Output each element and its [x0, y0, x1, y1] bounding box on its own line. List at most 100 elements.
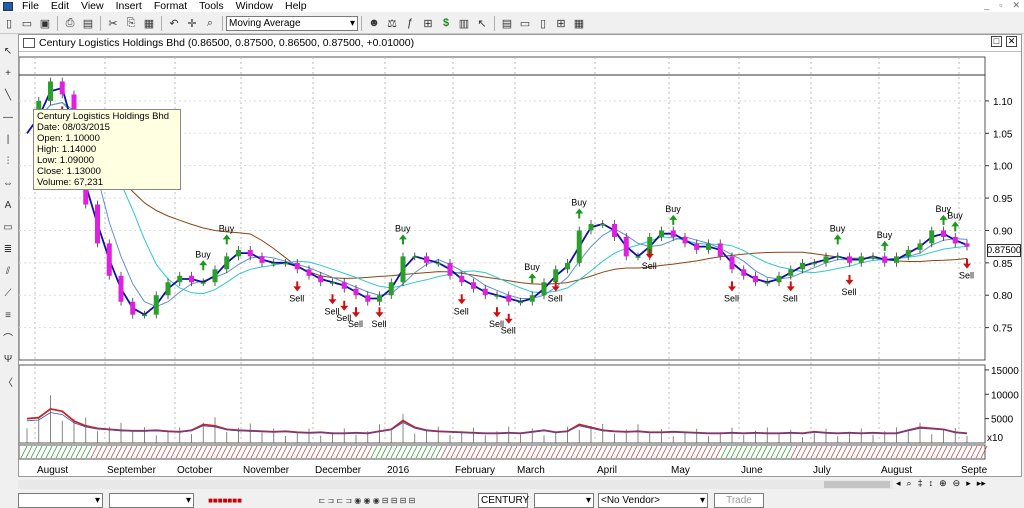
fibonacci-icon[interactable]: ≣ — [0, 241, 16, 257]
broker-combo[interactable]: ▾ — [534, 492, 594, 508]
buy-arrow — [833, 234, 842, 245]
candle-body — [941, 230, 946, 237]
copy-icon[interactable]: ⎘ — [123, 15, 139, 31]
sell-signal-label: Sell — [724, 293, 739, 303]
scroll-left-icon[interactable]: ◂ — [896, 478, 901, 489]
zoom-out-icon[interactable]: ⊖ — [953, 478, 961, 489]
symbol-combo[interactable]: ▾ — [18, 492, 103, 508]
candle-body — [729, 256, 735, 270]
color-palette-icon[interactable]: ■■■■■■■ — [195, 492, 255, 508]
x-tick-label: November — [243, 465, 290, 476]
dollar-icon[interactable]: $ — [438, 15, 454, 31]
vendor-combo[interactable]: <No Vendor> ▾ — [598, 492, 708, 508]
regression-icon[interactable]: ≡ — [0, 307, 16, 323]
menu-file[interactable]: File — [16, 0, 45, 12]
style-icons[interactable]: ⊏ ⊐ ⊏ ⊐ ◉ ◉ ◉ ⊟ ⊟ ⊟ ⊟ — [257, 492, 477, 508]
scale-icon[interactable]: ⚖ — [384, 15, 400, 31]
play-icon[interactable]: ▸ — [966, 478, 971, 489]
menu-tools[interactable]: Tools — [193, 0, 230, 12]
trendline-icon[interactable]: ╲ — [0, 87, 16, 103]
layout-cascade-icon[interactable]: ▤ — [499, 15, 515, 31]
zoom-fit-icon[interactable]: ⌕ — [907, 478, 912, 489]
crosshair-icon[interactable]: ✛ — [184, 15, 200, 31]
channel-icon[interactable]: ⫽ — [0, 263, 16, 279]
price-tick-label: 1.00 — [993, 162, 1013, 173]
layout-grid-icon[interactable]: ⊞ — [553, 15, 569, 31]
buy-arrow — [880, 240, 889, 251]
new-file-icon[interactable]: ▯ — [1, 15, 17, 31]
main-toolbar: ▯ ▭ ▣ ⎙ ▤ ✂ ⎘ ▦ ↶ ✛ ⌕ Moving Average ▾ ☻… — [0, 13, 1024, 34]
chart-canvas[interactable]: August September October November December 20… — [19, 35, 1021, 476]
chart-window: Century Logistics Holdings Bhd (0.86500,… — [18, 34, 1022, 477]
pointer-help-icon[interactable]: ↖ — [474, 15, 490, 31]
scroll-end-icon[interactable]: ▸▸ — [977, 478, 986, 489]
buy-arrow — [399, 234, 407, 245]
rectangle-tool-icon[interactable]: ▭ — [0, 219, 16, 235]
layout-tile-icon[interactable]: ▦ — [571, 15, 587, 31]
indicator-select[interactable]: Moving Average ▾ — [226, 15, 358, 31]
grid-icon[interactable]: ⊞ — [420, 15, 436, 31]
open-folder-icon[interactable]: ▭ — [19, 15, 35, 31]
horizontal-line-icon[interactable]: — — [0, 109, 16, 125]
arc-tool-icon[interactable]: ⌒ — [0, 329, 16, 345]
chart-properties-icon[interactable]: ▥ — [456, 15, 472, 31]
candle-body — [377, 295, 382, 302]
volume-tick-label: 5000 — [991, 415, 1014, 426]
sell-signal-label: Sell — [959, 271, 974, 281]
candle-body — [306, 269, 312, 276]
gann-fan-icon[interactable]: ⟋ — [0, 285, 16, 301]
undo-icon[interactable]: ↶ — [166, 15, 182, 31]
function-icon[interactable]: ƒ — [402, 15, 418, 31]
menu-view[interactable]: View — [75, 0, 110, 12]
menu-help[interactable]: Help — [279, 0, 313, 12]
menu-insert[interactable]: Insert — [110, 0, 148, 12]
resize-icon[interactable]: ⇔ — [0, 175, 16, 191]
buy-signal-label: Buy — [665, 204, 681, 214]
trade-button[interactable]: Trade — [714, 492, 764, 508]
paste-icon[interactable]: ▦ — [141, 15, 157, 31]
sell-signal-label: Sell — [289, 293, 304, 303]
candle-body — [494, 295, 500, 297]
menu-format[interactable]: Format — [148, 0, 193, 12]
candle-body — [788, 269, 794, 276]
candle-body — [482, 288, 488, 296]
layout-horizontal-icon[interactable]: ▭ — [517, 15, 533, 31]
period-icon[interactable]: ‡ — [918, 478, 923, 489]
exchange-combo[interactable]: CENTURY — [478, 492, 529, 508]
candle-body — [224, 256, 230, 270]
zoom-icon[interactable]: ⌕ — [202, 15, 218, 31]
close-icon[interactable]: ✕ — [1012, 0, 1020, 11]
select-arrow-icon[interactable]: ↖ — [0, 43, 16, 59]
horizontal-scrollbar[interactable] — [18, 480, 893, 489]
expert-icon[interactable]: ☻ — [366, 15, 382, 31]
compress-icon[interactable]: ↕ — [929, 478, 934, 489]
restore-icon[interactable]: ▫ — [999, 0, 1002, 11]
zoom-in-icon[interactable]: ⊕ — [939, 478, 947, 489]
menu-edit[interactable]: Edit — [45, 0, 75, 12]
cut-icon[interactable]: ✂ — [105, 15, 121, 31]
save-icon[interactable]: ▣ — [37, 15, 53, 31]
print-preview-icon[interactable]: ▤ — [80, 15, 96, 31]
period-combo[interactable]: ▾ — [109, 492, 194, 508]
toolbar-divider — [361, 15, 362, 31]
candle-body — [400, 256, 406, 283]
vertical-line-icon[interactable]: | — [0, 131, 16, 147]
cycle-icon[interactable]: 〈 — [0, 373, 16, 389]
x-tick-label: June — [741, 465, 763, 476]
chevron-down-icon: ▾ — [585, 494, 591, 506]
menu-window[interactable]: Window — [230, 0, 279, 12]
text-tool-icon[interactable]: A — [0, 197, 16, 213]
scrollbar-thumb[interactable] — [824, 481, 890, 488]
candle-body — [118, 275, 124, 302]
sell-arrow — [457, 294, 466, 305]
sell-arrow — [328, 294, 337, 305]
candle-body — [952, 236, 958, 244]
multi-line-icon[interactable]: ⫶ — [0, 153, 16, 169]
crosshair-tool-icon[interactable]: + — [0, 65, 16, 81]
sell-arrow — [645, 248, 654, 259]
minimize-icon[interactable]: _ — [984, 0, 989, 11]
pitchfork-icon[interactable]: Ψ — [0, 351, 16, 367]
x-tick-label: August — [37, 465, 68, 476]
layout-vertical-icon[interactable]: ▯ — [535, 15, 551, 31]
print-icon[interactable]: ⎙ — [62, 15, 78, 31]
